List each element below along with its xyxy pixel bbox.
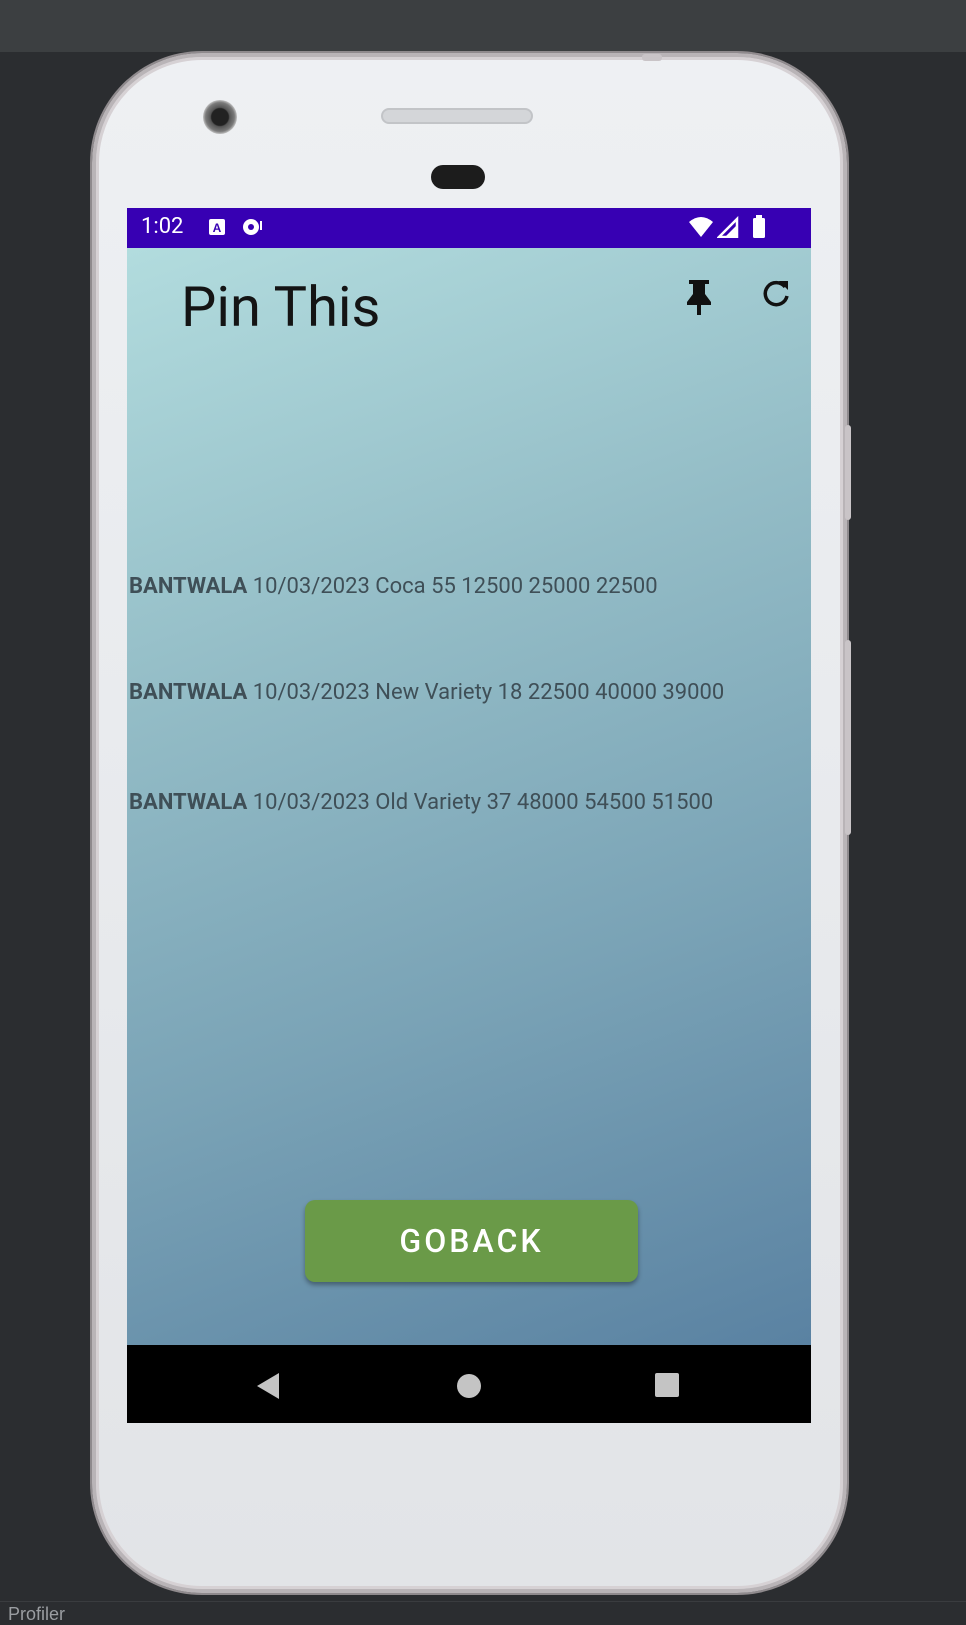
row-details: 10/03/2023 New Variety 18 22500 40000 39…	[247, 680, 725, 705]
sync-notification-icon	[241, 217, 265, 241]
navigation-bar	[127, 1345, 811, 1423]
recents-icon[interactable]	[654, 1372, 680, 1402]
market-name: BANTWALA	[129, 680, 248, 705]
home-icon[interactable]	[455, 1372, 483, 1404]
app-content: Pin This BANTWALA 10/03/2023 Coca 55 125…	[127, 248, 811, 1345]
pin-icon[interactable]	[683, 278, 715, 320]
list-item: BANTWALA 10/03/2023 Old Variety 37 48000…	[129, 790, 713, 815]
keyboard-notification-icon: A	[207, 217, 227, 241]
device-screen: 1:02 A Pin This BANTWALA 10/03/2023 Coca…	[127, 208, 811, 1423]
proximity-sensor	[431, 165, 485, 189]
volume-button[interactable]	[845, 640, 851, 835]
power-button[interactable]	[845, 425, 851, 520]
battery-icon	[752, 215, 766, 243]
signal-icon	[715, 215, 739, 242]
ide-bottom-bar: Profiler	[0, 1601, 966, 1624]
list-item: BANTWALA 10/03/2023 Coca 55 12500 25000 …	[129, 574, 658, 599]
svg-text:A: A	[213, 221, 222, 235]
earpiece-speaker	[381, 108, 533, 124]
market-name: BANTWALA	[129, 790, 248, 815]
ide-toolbar	[0, 0, 966, 52]
front-camera	[203, 100, 237, 134]
row-details: 10/03/2023 Coca 55 12500 25000 22500	[247, 574, 658, 599]
status-time: 1:02	[141, 214, 184, 239]
goback-button[interactable]: GOBACK	[305, 1200, 638, 1282]
list-item: BANTWALA 10/03/2023 New Variety 18 22500…	[129, 680, 724, 705]
wifi-icon	[688, 216, 714, 242]
back-icon[interactable]	[255, 1372, 281, 1404]
top-notch	[642, 54, 662, 61]
row-details: 10/03/2023 Old Variety 37 48000 54500 51…	[247, 790, 714, 815]
refresh-icon[interactable]	[760, 278, 792, 314]
market-name: BANTWALA	[129, 574, 248, 599]
status-bar: 1:02 A	[127, 208, 811, 248]
app-title: Pin This	[181, 274, 381, 340]
